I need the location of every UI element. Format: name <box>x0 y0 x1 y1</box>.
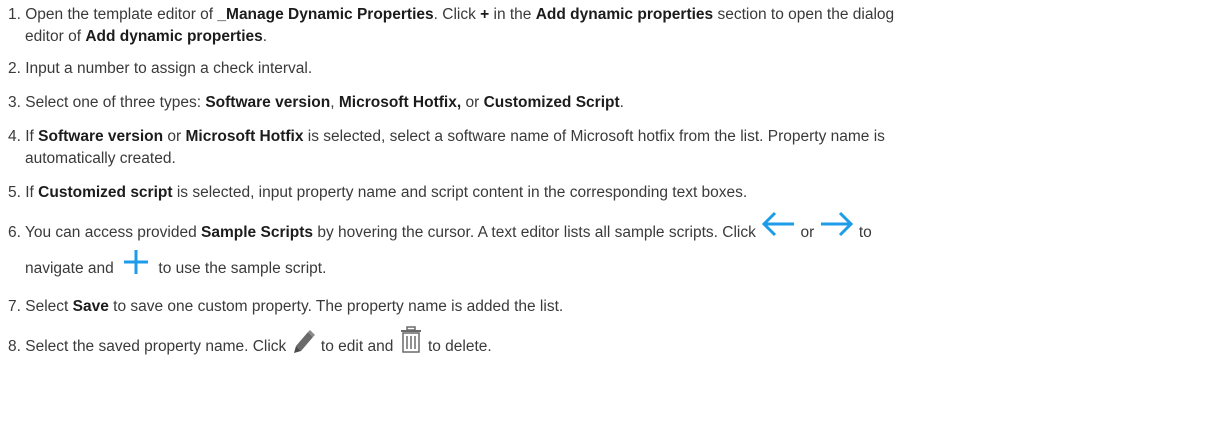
sample-scripts-label: Sample Scripts <box>201 224 314 241</box>
step-2: 2. Input a number to assign a check inte… <box>8 60 313 77</box>
step-6-continuation: navigate and to use the sample script. <box>8 249 1220 280</box>
step-number: 6. <box>8 224 21 241</box>
pencil-icon <box>291 327 317 353</box>
step-number: 5. <box>8 184 21 201</box>
step-number: 1. <box>8 6 21 23</box>
step-number: 7. <box>8 298 21 315</box>
step-3: 3. Select one of three types: Software v… <box>8 94 624 111</box>
step-number: 2. <box>8 60 21 77</box>
step-7: 7. Select Save to save one custom proper… <box>8 298 564 315</box>
step-4: 4. If Software version or Microsoft Hotf… <box>8 126 1220 170</box>
dialog-name: Add dynamic properties <box>85 28 263 45</box>
step-number: 3. <box>8 94 21 111</box>
arrow-right-icon <box>819 209 855 239</box>
step-5: 5. If Customized script is selected, inp… <box>8 184 748 201</box>
step-number: 4. <box>8 128 21 145</box>
trash-icon <box>398 326 424 354</box>
section-name: Add dynamic properties <box>535 6 714 23</box>
arrow-left-icon <box>760 209 796 239</box>
step-1: 1. Open the template editor of _Manage D… <box>8 4 1220 48</box>
step-1-continuation: editor of Add dynamic properties. <box>25 28 268 45</box>
step-4-continuation: automatically created. <box>25 150 176 167</box>
step-6: 6. You can access provided Sample Script… <box>8 211 1220 280</box>
instruction-steps: 1. Open the template editor of _Manage D… <box>0 0 1230 426</box>
plus-icon <box>118 247 154 277</box>
save-label: Save <box>72 298 109 315</box>
template-name: _Manage Dynamic Properties <box>217 6 434 23</box>
step-8: 8. Select the saved property name. Click… <box>8 326 1220 358</box>
plus-symbol: + <box>480 6 490 23</box>
step-number: 8. <box>8 338 21 355</box>
